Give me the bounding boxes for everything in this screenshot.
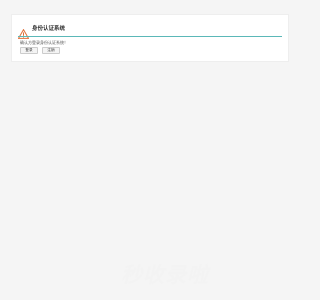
header-divider <box>18 36 282 37</box>
logout-button[interactable]: 注销 <box>42 47 60 54</box>
dialog-message: 确认方登录身份认证系统！ <box>20 40 68 45</box>
watermark-text: 秒收录啦 <box>121 263 209 287</box>
auth-dialog: 身份认证系统 确认方登录身份认证系统！ 登录 注销 <box>11 14 289 62</box>
dialog-button-row: 登录 注销 <box>20 47 60 54</box>
dialog-header: 身份认证系统 <box>17 23 66 39</box>
warning-icon <box>17 24 30 39</box>
login-button[interactable]: 登录 <box>20 47 38 54</box>
dialog-title: 身份认证系统 <box>32 26 66 32</box>
